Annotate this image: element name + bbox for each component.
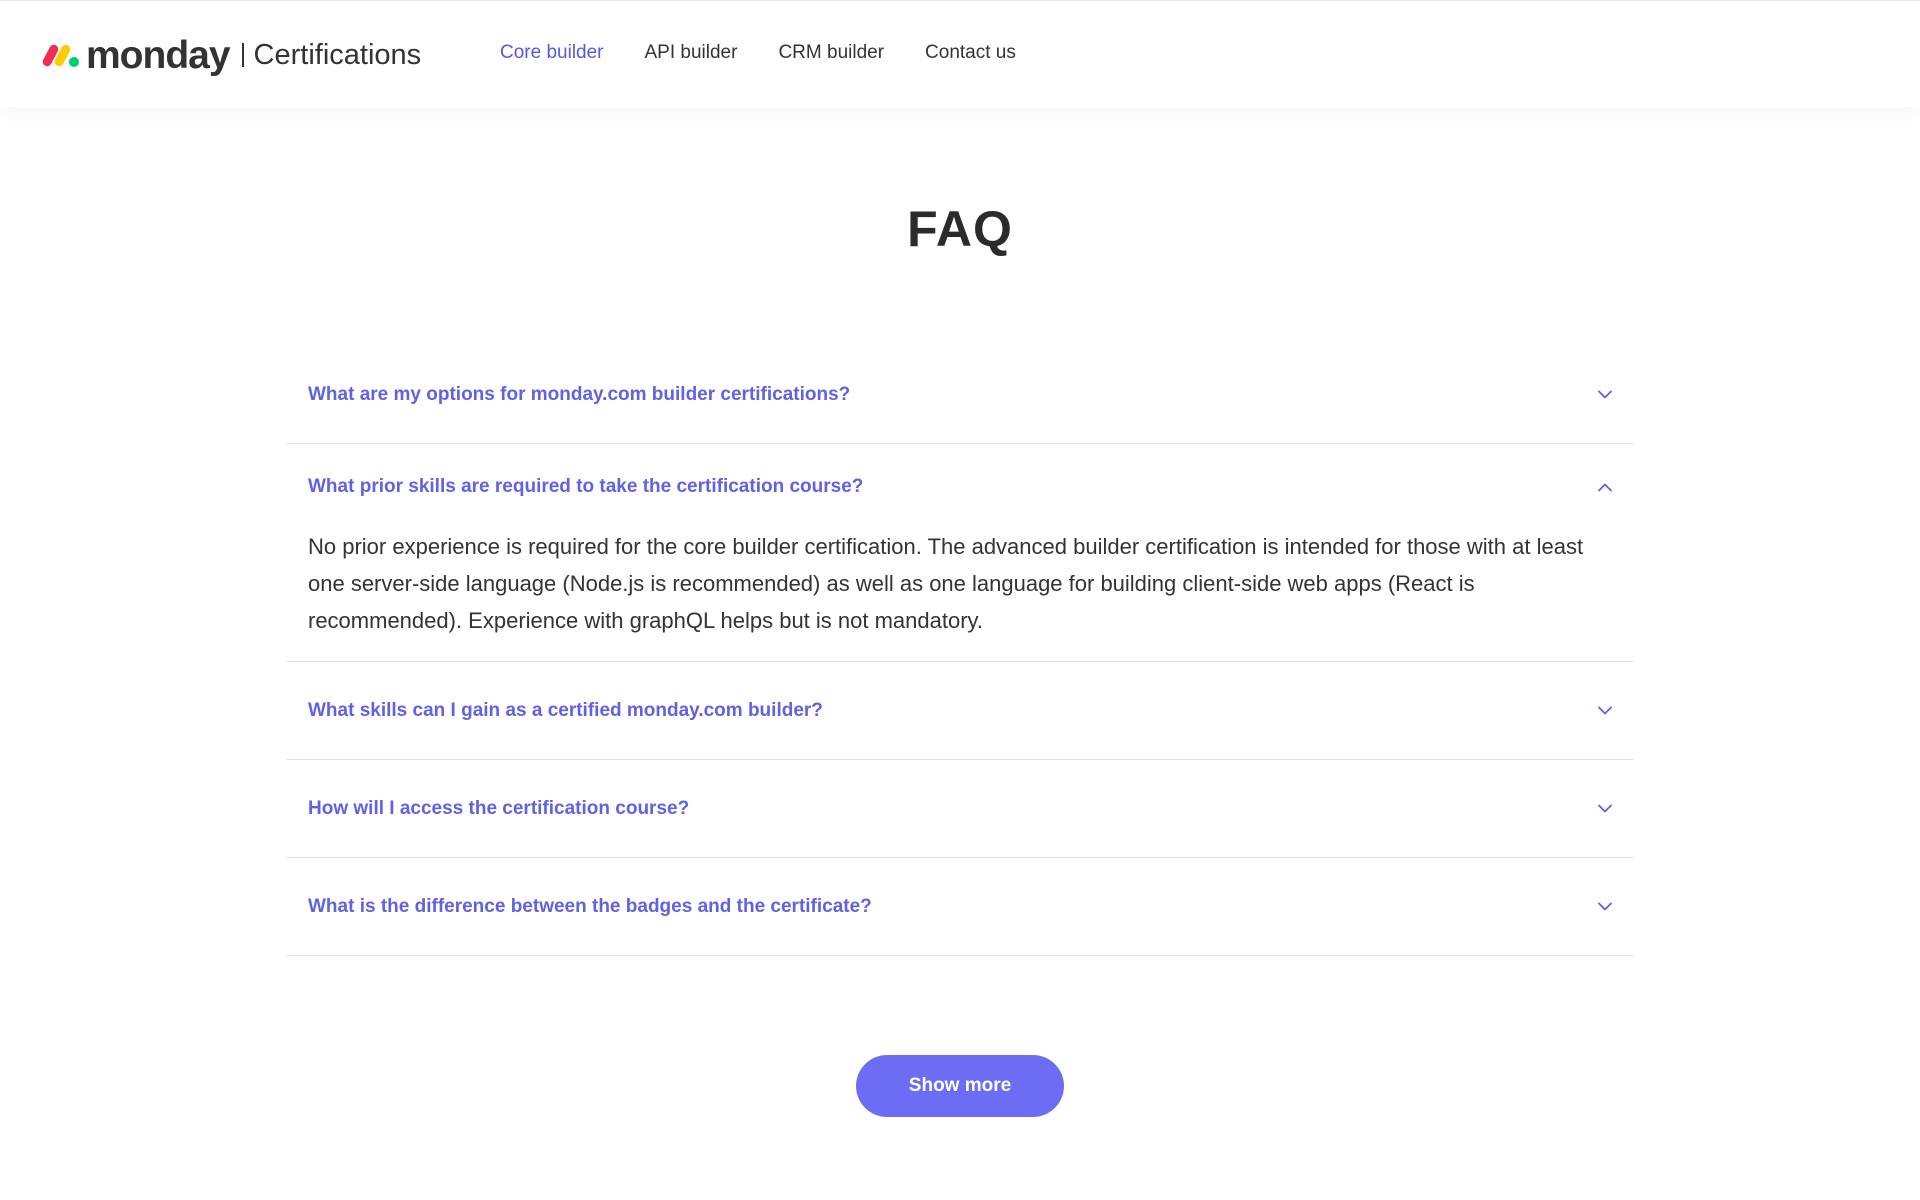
faq-question-toggle[interactable]: What prior skills are required to take t… xyxy=(287,444,1633,524)
nav-contact-us[interactable]: Contact us xyxy=(925,39,1016,67)
monday-logo-icon xyxy=(41,42,80,68)
faq-question-text: What are my options for monday.com build… xyxy=(308,383,851,405)
faq-item: What is the difference between the badge… xyxy=(287,858,1633,956)
faq-question-toggle[interactable]: What are my options for monday.com build… xyxy=(287,346,1633,443)
faq-question-text: What is the difference between the badge… xyxy=(308,895,872,917)
chevron-down-icon xyxy=(1597,387,1613,403)
nav-api-builder[interactable]: API builder xyxy=(645,39,738,67)
logo-wordmark: monday xyxy=(86,33,231,77)
monday-certifications-logo[interactable]: monday Certifications xyxy=(41,31,422,79)
chevron-down-icon xyxy=(1597,801,1613,817)
main-nav: Core builder API builder CRM builder Con… xyxy=(500,39,1057,67)
faq-question-text: How will I access the certification cour… xyxy=(308,797,690,819)
faq-list: What are my options for monday.com build… xyxy=(287,346,1633,956)
logo-subtitle: Certifications xyxy=(253,38,422,71)
faq-item: How will I access the certification cour… xyxy=(287,760,1633,858)
chevron-down-icon xyxy=(1597,899,1613,915)
faq-question-toggle[interactable]: What skills can I gain as a certified mo… xyxy=(287,662,1633,759)
faq-question-text: What prior skills are required to take t… xyxy=(308,476,864,497)
chevron-up-icon xyxy=(1597,479,1613,495)
faq-question-toggle[interactable]: What is the difference between the badge… xyxy=(287,858,1633,955)
nav-core-builder[interactable]: Core builder xyxy=(500,39,604,67)
nav-crm-builder[interactable]: CRM builder xyxy=(778,39,884,67)
faq-answer-text: No prior experience is required for the … xyxy=(308,534,1584,633)
site-header: monday Certifications Core builder API b… xyxy=(0,0,1920,107)
faq-question-text: What skills can I gain as a certified mo… xyxy=(308,699,823,721)
faq-item-expanded: What prior skills are required to take t… xyxy=(287,444,1633,662)
chevron-down-icon xyxy=(1597,703,1613,719)
logo-divider xyxy=(241,43,244,67)
faq-question-toggle[interactable]: How will I access the certification cour… xyxy=(287,760,1633,857)
show-more-button[interactable]: Show more xyxy=(856,1055,1064,1117)
faq-item: What are my options for monday.com build… xyxy=(287,346,1633,444)
faq-title: FAQ xyxy=(907,201,1013,257)
faq-item: What skills can I gain as a certified mo… xyxy=(287,662,1633,760)
